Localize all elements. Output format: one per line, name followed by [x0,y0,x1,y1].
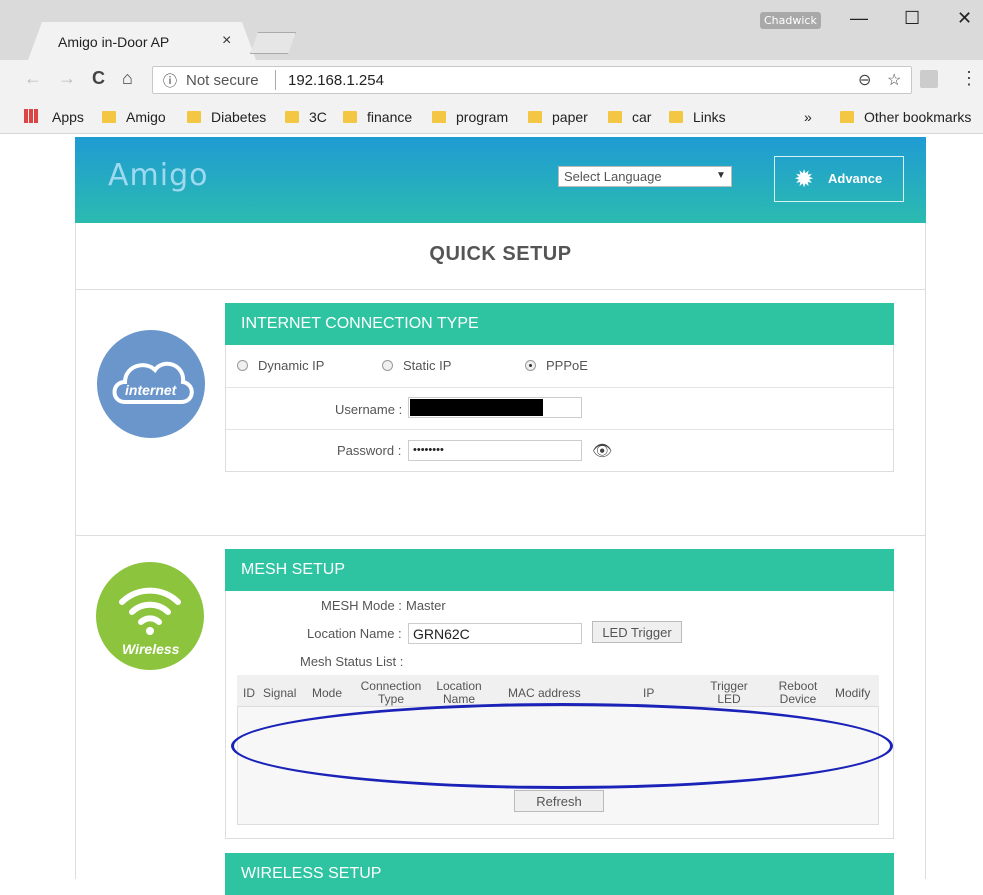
chrome-menu-icon[interactable]: ⋮ [960,68,978,89]
home-icon[interactable]: ⌂ [122,68,133,89]
show-password-eye-icon[interactable]: 👁 [592,441,612,461]
col-ip: IP [643,686,655,700]
bookmark-program[interactable]: program [432,109,508,125]
url-text[interactable]: 192.168.1.254 [288,72,384,89]
gear-icon: ✹ [794,166,815,193]
internet-panel-title: INTERNET CONNECTION TYPE [225,303,894,345]
password-label: Password : [337,443,402,458]
folder-icon [528,111,542,123]
window-close-icon[interactable]: ✕ [957,8,972,29]
folder-icon [840,111,854,123]
refresh-button[interactable]: Refresh [514,790,604,812]
bookmark-label: Amigo [126,109,166,125]
language-select[interactable]: Select Language [558,166,732,187]
reload-icon[interactable]: C [92,68,105,89]
col-location-name: Location Name [436,679,482,706]
minimize-icon[interactable]: — [850,8,868,29]
page-title: QUICK SETUP [429,243,572,265]
radio-icon [382,360,393,371]
mesh-mode-label: MESH Mode : [321,598,402,613]
mesh-mode-value: Master [406,598,446,613]
folder-icon [102,111,116,123]
extension-icon[interactable] [920,70,938,88]
location-name-label: Location Name : [307,626,402,641]
bookmark-3c[interactable]: 3C [285,109,327,125]
col-id: ID [243,686,255,700]
bookmark-label: Other bookmarks [864,109,972,125]
col-mode: Mode [312,686,343,700]
bookmark-label: car [632,109,652,125]
row-divider [226,429,893,430]
amigo-logo: Amigo [108,158,209,193]
bookmark-paper[interactable]: paper [528,109,588,125]
wireless-panel-title: WIRELESS SETUP [225,853,894,895]
radio-label: Static IP [403,358,452,373]
bookmark-diabetes[interactable]: Diabetes [187,109,266,125]
radio-dynamic-ip[interactable]: Dynamic IP [237,358,324,373]
maximize-icon[interactable]: ☐ [904,8,920,29]
location-name-field[interactable]: GRN62C [408,623,582,644]
mesh-status-list-label: Mesh Status List : [300,654,404,669]
bookmark-label: paper [552,109,588,125]
bookmark-label: 3C [309,109,327,125]
radio-selected-icon [525,360,536,371]
chevron-down-icon: ▼ [716,170,726,181]
bookmark-label: Links [693,109,726,125]
bookmark-car[interactable]: car [608,109,651,125]
forward-icon[interactable]: → [58,68,76,89]
info-icon[interactable]: ⓘ [163,71,177,91]
bookmark-apps[interactable]: Apps [52,109,84,125]
security-label: Not secure [186,72,259,89]
profile-badge[interactable]: Chadwick [760,12,821,29]
folder-icon [187,111,201,123]
advance-label: Advance [828,171,883,186]
radio-icon [237,360,248,371]
folder-icon [285,111,299,123]
col-connection-type: Connection Type [360,679,422,706]
bookmark-finance[interactable]: finance [343,109,412,125]
bookmark-label: Diabetes [211,109,267,125]
row-divider [226,387,893,388]
divider [75,289,926,290]
divider [75,535,926,536]
apps-grid-icon[interactable] [24,109,38,123]
redacted-username [410,399,543,416]
address-bar[interactable] [152,66,912,94]
bookmark-label: program [456,109,509,125]
tab-close-icon[interactable]: × [222,32,231,50]
radio-static-ip[interactable]: Static IP [382,358,451,373]
col-signal: Signal [263,686,297,700]
bookmark-other[interactable]: Other bookmarks [840,109,971,125]
bookmark-star-icon[interactable]: ☆ [887,70,901,90]
radio-label: PPPoE [546,358,588,373]
col-reboot-device: Reboot Device [778,679,818,706]
col-mac-address: MAC address [508,686,581,700]
folder-icon [608,111,622,123]
bookmark-amigo[interactable]: Amigo [102,109,166,125]
username-label: Username : [335,402,403,417]
back-icon[interactable]: ← [24,68,42,89]
wireless-badge-label: Wireless [122,641,180,657]
tab-title: Amigo in-Door AP [58,34,170,50]
bookmark-links[interactable]: Links [669,109,726,125]
new-tab-button[interactable] [250,32,296,54]
led-trigger-button[interactable]: LED Trigger [592,621,682,643]
col-trigger-led: Trigger LED [710,679,748,706]
password-field[interactable]: •••••••• [408,440,582,461]
mesh-panel-title: MESH SETUP [225,549,894,591]
folder-icon [432,111,446,123]
col-modify: Modify [835,686,871,700]
annotation-ellipse [231,703,893,789]
bookmark-label: finance [367,109,413,125]
folder-icon [343,111,357,123]
radio-label: Dynamic IP [258,358,325,373]
zoom-icon[interactable]: ⊖ [858,70,871,90]
address-divider [275,70,276,90]
more-bookmarks-icon[interactable]: » [804,109,812,125]
folder-icon [669,111,683,123]
radio-pppoe[interactable]: PPPoE [525,358,588,373]
internet-badge-label: internet [125,382,177,398]
